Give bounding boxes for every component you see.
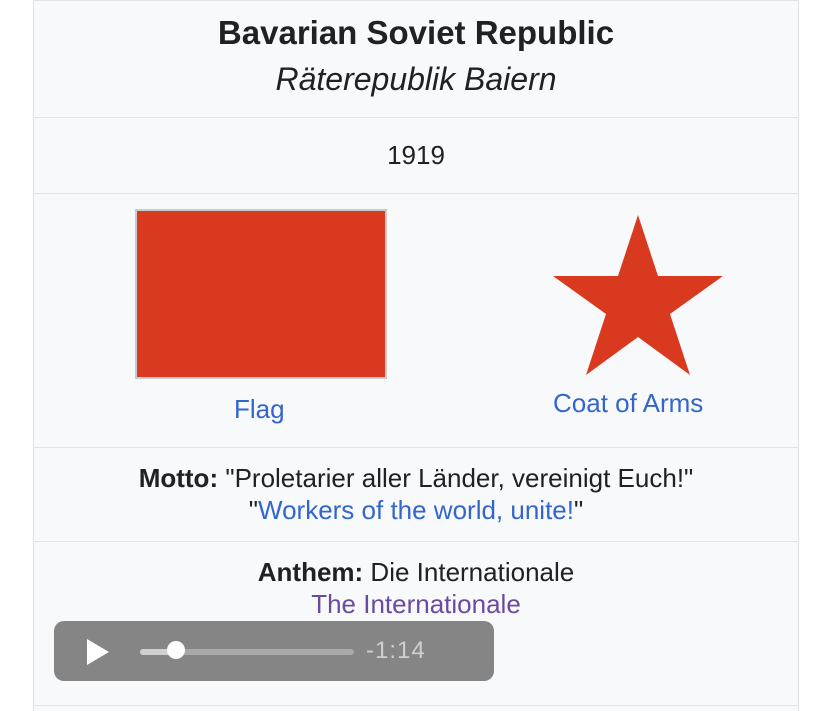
motto-text: "Proletarier aller Länder, vereinigt Euc… [225, 463, 694, 493]
year-section: 1919 [34, 118, 798, 194]
play-icon[interactable] [87, 639, 109, 665]
symbols-section: Flag Coat of Arms [34, 194, 798, 448]
year: 1919 [387, 140, 445, 170]
red-star-icon[interactable] [553, 215, 723, 377]
anthem-line: Anthem: Die Internationale [34, 556, 798, 588]
flag-caption-link[interactable]: Flag [234, 394, 285, 424]
anthem-text: Die Internationale [370, 557, 575, 587]
title-section: Bavarian Soviet Republic Räterepublik Ba… [34, 1, 798, 118]
page-title: Bavarian Soviet Republic [217, 14, 615, 51]
native-name: Räterepublik Baiern [275, 61, 557, 97]
motto-quote-close: " [574, 495, 584, 525]
infobox: Bavarian Soviet Republic Räterepublik Ba… [33, 0, 799, 711]
motto-translation-line: "Workers of the world, unite!" [34, 494, 798, 526]
motto-label: Motto: [138, 463, 219, 493]
audio-player: -1:14 [54, 621, 494, 681]
anthem-label: Anthem: [257, 557, 364, 587]
motto-translation-link[interactable]: Workers of the world, unite! [258, 495, 574, 525]
motto-quote-open: " [248, 495, 258, 525]
motto-section: Motto: "Proletarier aller Länder, verein… [34, 448, 798, 542]
remaining-time: -1:14 [366, 637, 426, 664]
progress-thumb[interactable] [167, 641, 186, 659]
flag-image[interactable] [135, 209, 387, 379]
anthem-translation-link[interactable]: The Internationale [34, 588, 798, 620]
coat-of-arms-caption-link[interactable]: Coat of Arms [553, 388, 703, 418]
motto-line: Motto: "Proletarier aller Länder, verein… [34, 462, 798, 494]
